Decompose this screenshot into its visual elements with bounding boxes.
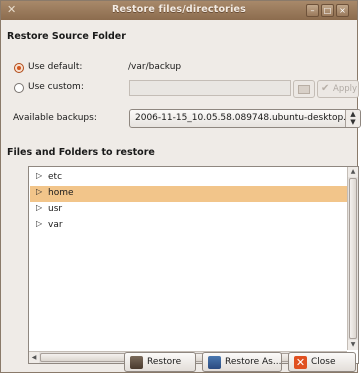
tree-item-label: etc <box>48 172 63 182</box>
use-custom-label: Use custom: <box>28 82 84 92</box>
vertical-scrollbar[interactable]: ▲ ▼ <box>347 167 358 350</box>
expander-icon[interactable]: ▷ <box>36 171 42 180</box>
vertical-scroll-thumb[interactable] <box>349 178 357 339</box>
restore-as-icon <box>208 356 221 369</box>
expander-icon[interactable]: ▷ <box>36 219 42 228</box>
restore-label: Restore <box>147 357 182 367</box>
source-heading: Restore Source Folder <box>7 31 126 42</box>
tree-row-var[interactable]: ▷ var <box>30 218 347 234</box>
scroll-up-icon[interactable]: ▲ <box>348 167 358 177</box>
restore-as-label: Restore As... <box>225 357 282 367</box>
scroll-left-icon[interactable]: ◀ <box>29 352 39 363</box>
restore-dialog: ✕ Restore files/directories – □ × Restor… <box>0 0 361 373</box>
title-bar[interactable]: ✕ Restore files/directories – □ × <box>1 1 357 20</box>
default-path: /var/backup <box>128 62 182 72</box>
minimize-button[interactable]: – <box>306 4 319 17</box>
use-default-label: Use default: <box>28 62 83 72</box>
close-button[interactable]: ✕ Close <box>288 352 356 372</box>
close-icon: ✕ <box>294 356 307 369</box>
apply-label: Apply <box>333 84 357 94</box>
files-tree[interactable]: ▷ etc ▷ home ▷ usr ▷ var ▲ ▼ ◀ ▶ <box>28 166 359 364</box>
apply-button[interactable]: ✔ Apply <box>317 80 359 98</box>
tree-row-home[interactable]: ▷ home <box>30 186 347 202</box>
scroll-down-icon[interactable]: ▼ <box>348 340 358 350</box>
close-label: Close <box>311 357 336 367</box>
combo-arrows-icon: ▲ ▼ <box>345 110 360 127</box>
maximize-button[interactable]: □ <box>321 4 334 17</box>
use-custom-radio[interactable] <box>14 83 24 93</box>
browse-folder-button[interactable] <box>293 80 315 98</box>
expander-icon[interactable]: ▷ <box>36 187 42 196</box>
backups-selected-value: 2006-11-15_10.05.58.089748.ubuntu-deskto… <box>135 113 358 123</box>
restore-as-button[interactable]: Restore As... <box>202 352 282 372</box>
expander-icon[interactable]: ▷ <box>36 203 42 212</box>
folder-icon <box>298 85 310 94</box>
backups-combobox[interactable]: 2006-11-15_10.05.58.089748.ubuntu-deskto… <box>129 109 361 128</box>
available-backups-label: Available backups: <box>13 113 97 123</box>
tree-row-etc[interactable]: ▷ etc <box>30 170 347 186</box>
use-custom-option[interactable]: Use custom: <box>14 82 114 96</box>
tree-item-label: home <box>48 188 74 198</box>
tree-item-label: usr <box>48 204 63 214</box>
checkmark-icon: ✔ <box>321 83 330 94</box>
use-default-radio[interactable] <box>14 63 24 73</box>
tree-row-usr[interactable]: ▷ usr <box>30 202 347 218</box>
restore-icon <box>130 356 143 369</box>
tree-item-label: var <box>48 220 63 230</box>
custom-path-field[interactable] <box>129 80 291 96</box>
close-window-button[interactable]: × <box>336 4 349 17</box>
use-default-option[interactable]: Use default: /var/backup <box>14 62 314 76</box>
restore-button[interactable]: Restore <box>124 352 196 372</box>
files-heading: Files and Folders to restore <box>7 147 155 158</box>
window-title: Restore files/directories <box>111 4 247 15</box>
